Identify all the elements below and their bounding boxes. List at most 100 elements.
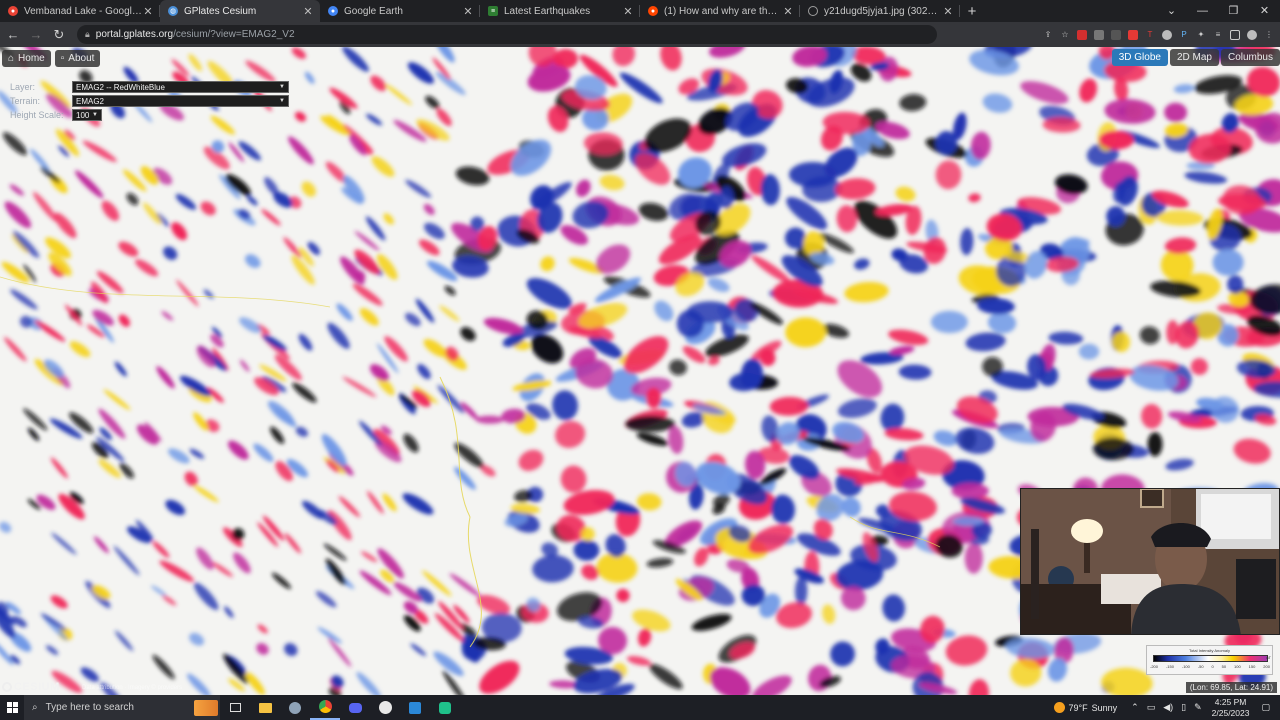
- task-view-icon[interactable]: [220, 695, 250, 720]
- search-highlight-icon: [194, 699, 218, 716]
- cesium-logo-icon: [2, 682, 12, 692]
- notification-icon[interactable]: ▢: [1261, 702, 1270, 713]
- tab-gplates-cesium[interactable]: ◍ GPlates Cesium ✕: [160, 0, 320, 22]
- windows-taskbar: ⌕ Type here to search 79°F Sunny ⌃ ▭ ◀) …: [0, 695, 1280, 720]
- taskbar-search[interactable]: ⌕ Type here to search: [24, 695, 220, 720]
- volume-icon[interactable]: ◀): [1163, 702, 1173, 713]
- anomaly-blob: [1078, 343, 1100, 360]
- window-close-icon[interactable]: ✕: [1249, 0, 1280, 22]
- tab-image[interactable]: y21dugd5jyja1.jpg (3024×4032) ✕: [800, 0, 960, 22]
- chevron-down-icon: ▼: [279, 98, 285, 104]
- url-field[interactable]: 🔒︎ portal.gplates.org/cesium/?view=EMAG2…: [77, 25, 937, 44]
- tab-google-earth[interactable]: ● Google Earth ✕: [320, 0, 480, 22]
- file-explorer-icon[interactable]: [250, 695, 280, 720]
- tab-google-maps[interactable]: ● Vembanad Lake - Google Maps ✕: [0, 0, 160, 22]
- extension-pv-icon[interactable]: P: [1179, 30, 1189, 40]
- about-button[interactable]: ▫ About: [54, 50, 101, 67]
- tab-search-icon[interactable]: ⌄: [1156, 0, 1187, 22]
- height-scale-row: Height Scale: 100 ▼: [10, 108, 289, 122]
- home-button[interactable]: ⌂ Home: [2, 50, 51, 67]
- terrain-row: Terrain: EMAG2 ▼: [10, 94, 289, 108]
- battery-icon[interactable]: ▯: [1181, 702, 1186, 713]
- data-credits[interactable]: Data attribution · Imagery © providers: [82, 685, 182, 691]
- forward-arrow-icon[interactable]: →: [26, 27, 46, 42]
- windows-start-button[interactable]: [0, 695, 24, 720]
- extension-tp-icon[interactable]: T: [1145, 30, 1155, 40]
- layer-select[interactable]: EMAG2 -- RedWhiteBlue ▼: [72, 81, 289, 93]
- url-path: /cesium/?view=EMAG2_V2: [173, 29, 295, 40]
- chrome-icon[interactable]: [310, 695, 340, 720]
- home-label: Home: [18, 53, 45, 64]
- tab-reddit[interactable]: ● (1) How and why are these holes ✕: [640, 0, 800, 22]
- legend-tick: -150: [1165, 664, 1174, 669]
- bookmark-star-icon[interactable]: ☆: [1060, 30, 1070, 40]
- legend-tick: 0: [1211, 664, 1214, 669]
- top-nav: ⌂ Home ▫ About: [2, 50, 101, 67]
- minimize-icon[interactable]: —: [1187, 0, 1218, 22]
- taskbar-clock[interactable]: 4:25 PM 2/25/2023: [1212, 697, 1250, 719]
- legend-title: Total Intensity Anomaly: [1189, 648, 1230, 653]
- close-icon[interactable]: ✕: [622, 5, 634, 18]
- extension-red-icon[interactable]: [1077, 29, 1087, 40]
- tab-label: y21dugd5jyja1.jpg (3024×4032): [824, 5, 942, 17]
- weather-widget[interactable]: 79°F Sunny: [1053, 702, 1117, 713]
- discord-icon[interactable]: [340, 695, 370, 720]
- extension-mask-icon[interactable]: [1111, 29, 1121, 40]
- chevron-down-icon: ▼: [92, 112, 98, 118]
- layer-label: Layer:: [10, 82, 36, 92]
- layer-select-value: EMAG2 -- RedWhiteBlue: [76, 82, 165, 92]
- lock-icon[interactable]: 🔒︎: [85, 29, 90, 40]
- reload-icon[interactable]: ↻: [49, 27, 69, 43]
- new-tab-button[interactable]: +: [960, 0, 984, 22]
- extension-gray-icon[interactable]: [1094, 29, 1104, 40]
- reading-list-icon[interactable]: ≡: [1213, 30, 1223, 40]
- view-mode-3d-globe-button[interactable]: 3D Globe: [1111, 49, 1168, 66]
- anomaly-blob: [930, 310, 968, 334]
- terrain-select[interactable]: EMAG2 ▼: [72, 95, 289, 107]
- height-scale-select[interactable]: 100 ▼: [72, 109, 102, 121]
- view-mode-2d-map-button[interactable]: 2D Map: [1169, 49, 1219, 66]
- back-arrow-icon[interactable]: ←: [3, 27, 23, 42]
- view-mode-toolbar: 3D Globe 2D Map Columbus: [1111, 49, 1280, 66]
- chevron-up-icon[interactable]: ⌃: [1131, 702, 1139, 713]
- app-icon-green[interactable]: [430, 695, 460, 720]
- extensions-puzzle-icon[interactable]: ✦: [1196, 30, 1206, 40]
- close-icon[interactable]: ✕: [462, 5, 474, 18]
- menu-kebab-icon[interactable]: ⋮: [1264, 30, 1274, 40]
- legend-ticks: -200 -150 -100 -50 0 50 100 150 200: [1150, 664, 1270, 669]
- app-icon-bird[interactable]: [280, 695, 310, 720]
- tab-label: Vembanad Lake - Google Maps: [24, 5, 142, 17]
- app-icon-circle[interactable]: [370, 695, 400, 720]
- clock-date: 2/25/2023: [1211, 707, 1250, 718]
- close-icon[interactable]: ✕: [942, 5, 954, 18]
- cesium-logo[interactable]: CESIUM: [2, 681, 60, 693]
- usgs-icon: ≡: [488, 6, 498, 16]
- weather-temp: 79°F: [1068, 702, 1088, 713]
- restore-icon[interactable]: ❐: [1218, 0, 1249, 22]
- app-icon-photos[interactable]: [400, 695, 430, 720]
- extension-circle-icon[interactable]: [1162, 29, 1172, 40]
- close-icon[interactable]: ✕: [782, 5, 794, 18]
- tab-latest-earthquakes[interactable]: ≡ Latest Earthquakes ✕: [480, 0, 640, 22]
- share-icon[interactable]: ⇪: [1043, 30, 1053, 40]
- terrain-label: Terrain:: [10, 96, 41, 106]
- system-tray: 79°F Sunny ⌃ ▭ ◀) ▯ ✎ 4:25 PM 2/25/2023 …: [1053, 695, 1280, 720]
- extension-record-icon[interactable]: [1128, 29, 1138, 40]
- close-icon[interactable]: ✕: [302, 5, 314, 18]
- cesium-logo-text: CESIUM: [14, 681, 60, 693]
- anomaly-blob: [718, 186, 734, 209]
- home-icon: ⌂: [8, 53, 15, 64]
- cesium-globe-viewport[interactable]: ⌂ Home ▫ About 3D Globe 2D Map Columbus La…: [0, 47, 1280, 695]
- legend-color-ramp: [1153, 655, 1268, 662]
- view-mode-columbus-button[interactable]: Columbus: [1220, 49, 1280, 66]
- side-panel-icon[interactable]: [1230, 29, 1240, 40]
- network-icon[interactable]: ▭: [1147, 702, 1156, 713]
- profile-avatar[interactable]: [1247, 29, 1257, 40]
- close-icon[interactable]: ✕: [142, 5, 154, 18]
- legend-tick: -200: [1150, 664, 1159, 669]
- maps-pin-icon: ●: [8, 6, 18, 16]
- anomaly-blob: [470, 216, 485, 232]
- pen-icon[interactable]: ✎: [1194, 702, 1202, 713]
- legend-tick: -100: [1181, 664, 1190, 669]
- anomaly-blob: [951, 482, 989, 500]
